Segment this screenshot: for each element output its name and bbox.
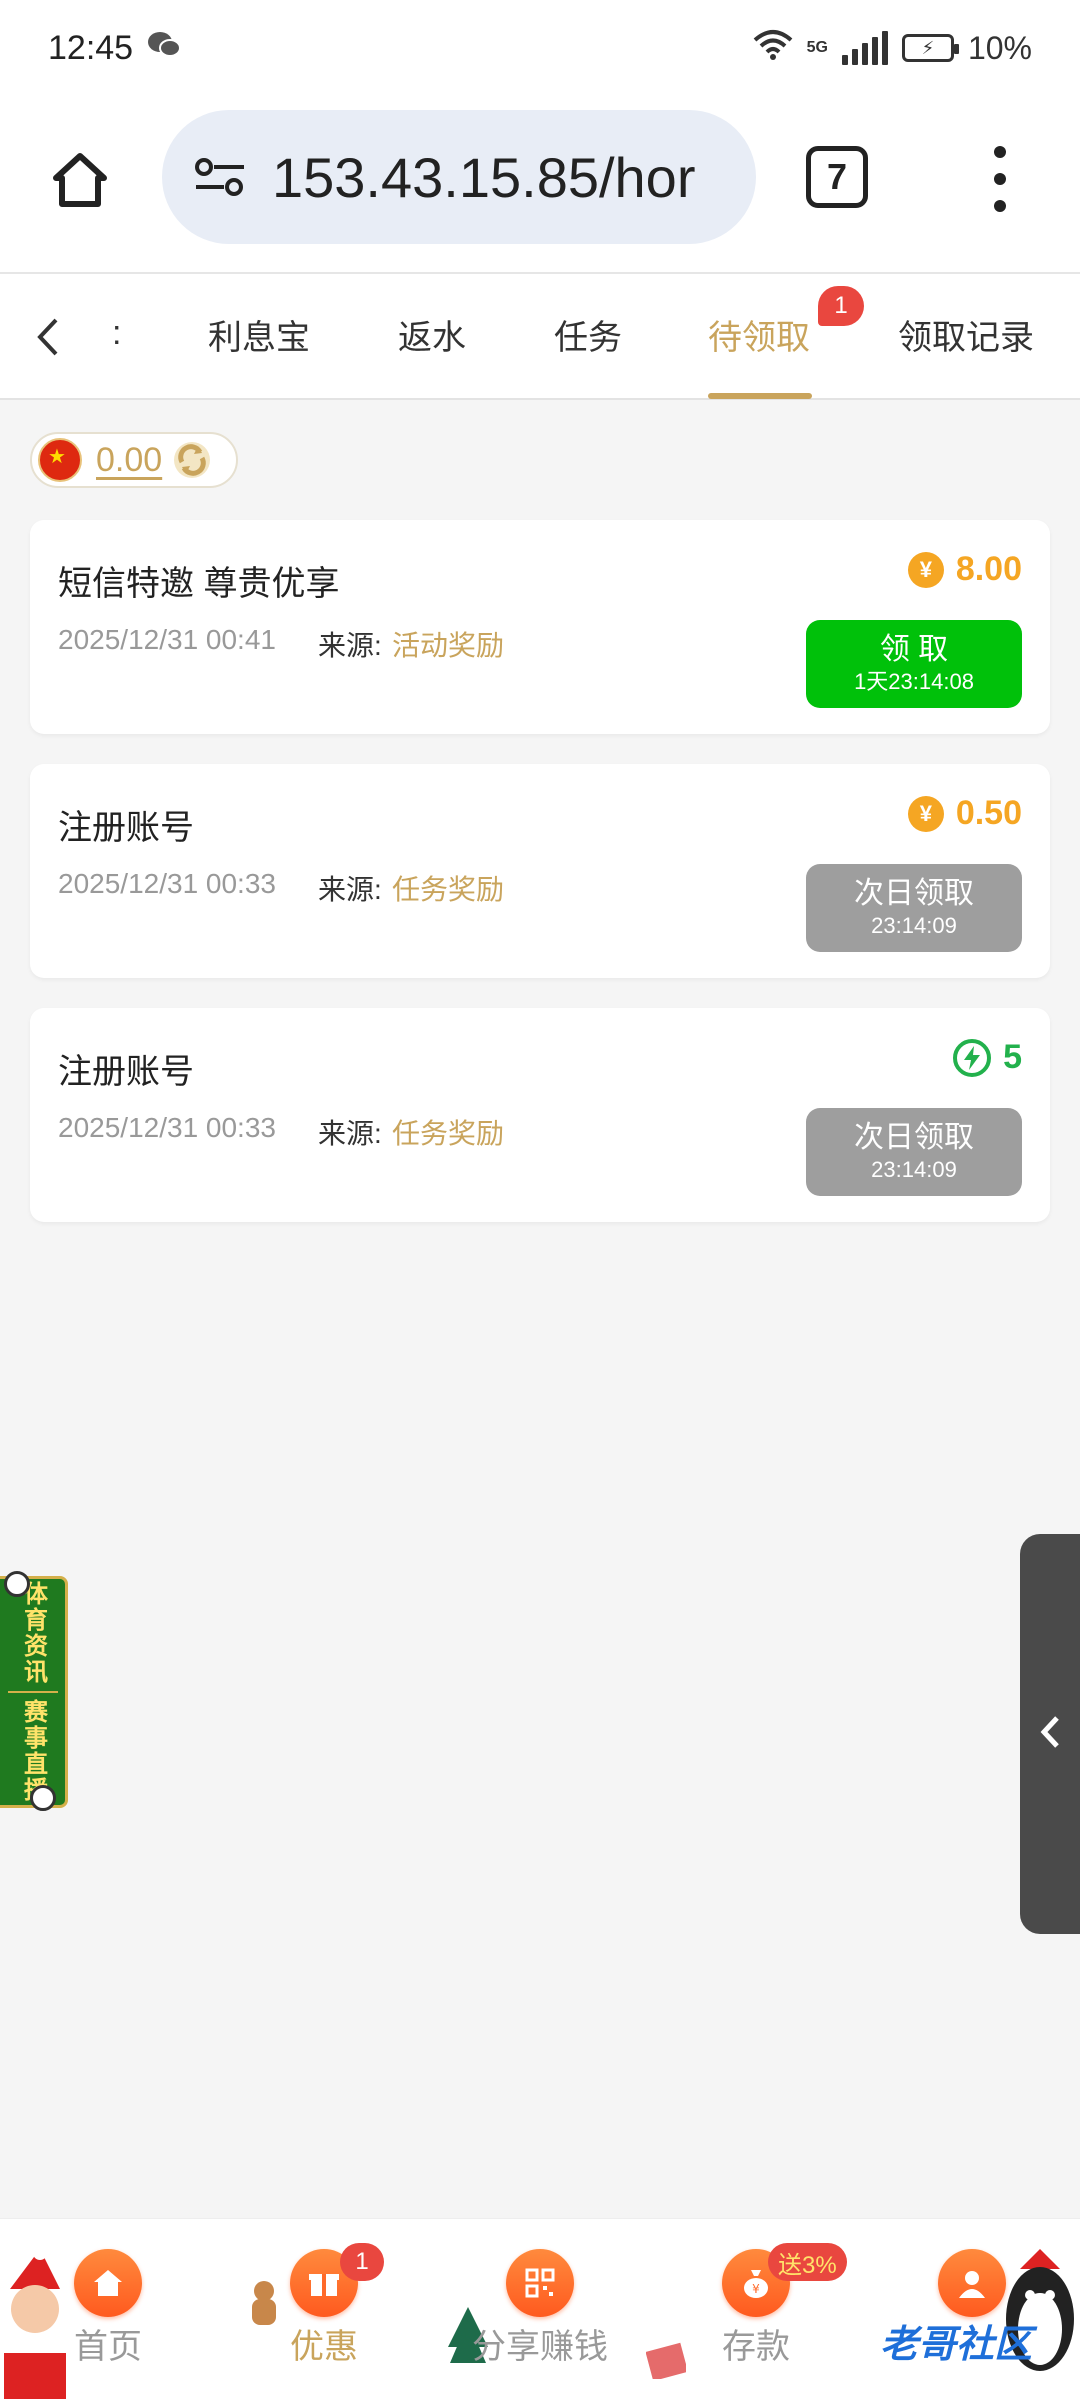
reward-card: 短信特邀 尊贵优享 2025/12/31 00:41 来源: 活动奖励 ¥ 8.… xyxy=(30,520,1050,734)
balance-pill[interactable]: 0.00 xyxy=(30,432,238,488)
china-flag-icon xyxy=(38,438,82,482)
reward-amount: 0.50 xyxy=(955,794,1022,832)
tab-interest[interactable]: 利息宝 xyxy=(208,310,310,359)
banner-line1: 体育资讯 xyxy=(19,1581,47,1685)
reward-card: 注册账号 2025/12/31 00:33 来源: 任务奖励 5 次日领取 23… xyxy=(30,1008,1050,1222)
address-bar[interactable]: 153.43.15.85/hor xyxy=(162,110,756,244)
source-label: 来源: xyxy=(318,874,382,905)
coin-icon: ¥ xyxy=(907,551,944,588)
claim-button-label: 次日领取 xyxy=(854,877,974,910)
signal-icon xyxy=(841,31,888,65)
football-icon xyxy=(4,1571,30,1597)
tab-tasks[interactable]: 任务 xyxy=(554,310,622,359)
reward-title: 注册账号 xyxy=(58,1053,194,1091)
nav-home[interactable]: 首页 xyxy=(28,2249,188,2368)
status-time: 12:45 xyxy=(48,28,134,67)
banner-divider xyxy=(7,1691,58,1693)
reward-title: 注册账号 xyxy=(58,809,194,847)
reward-date: 2025/12/31 00:33 xyxy=(58,868,276,899)
wifi-icon xyxy=(753,28,793,68)
reward-amount-group: 5 xyxy=(953,1038,1022,1077)
wechat-icon xyxy=(147,31,182,66)
reward-card: 注册账号 2025/12/31 00:33 来源: 任务奖励 ¥ 0.50 次日… xyxy=(30,764,1050,978)
battery-percent: 10% xyxy=(967,29,1032,66)
tab-overflow: : xyxy=(112,314,122,352)
home-icon[interactable] xyxy=(44,144,116,216)
coin-icon: ¥ xyxy=(907,795,944,832)
claim-button-label: 领 取 xyxy=(879,633,949,666)
battery-icon: ⚡ xyxy=(901,34,959,62)
reward-amount-group: ¥ 0.50 xyxy=(907,794,1022,833)
refresh-icon[interactable] xyxy=(172,440,212,480)
url-text[interactable]: 153.43.15.85/hor xyxy=(272,145,742,210)
reward-amount-group: ¥ 8.00 xyxy=(907,550,1022,589)
nav-deposit[interactable]: ¥ 送3% 存款 xyxy=(676,2243,847,2368)
claim-button[interactable]: 领 取 1天23:14:08 xyxy=(806,620,1022,708)
sports-news-banner[interactable]: 体育资讯 赛事直播 xyxy=(0,1571,68,1811)
next-day-claim-button[interactable]: 次日领取 23:14:09 xyxy=(806,1108,1022,1196)
claim-countdown: 23:14:09 xyxy=(871,1157,957,1182)
nav-home-label: 首页 xyxy=(74,2328,142,2366)
tab-pending[interactable]: 待领取 xyxy=(708,310,810,359)
reward-date: 2025/12/31 00:33 xyxy=(58,1112,276,1143)
reward-source: 活动奖励 xyxy=(392,630,505,661)
source-label: 来源: xyxy=(318,1118,382,1149)
tab-claim-history[interactable]: 领取记录 xyxy=(898,310,1034,359)
chevron-left-icon xyxy=(1037,1712,1063,1757)
reward-amount: 8.00 xyxy=(955,550,1022,588)
nav-deposit-label: 存款 xyxy=(722,2328,790,2366)
more-menu-icon[interactable] xyxy=(982,146,1018,212)
nav-promotions[interactable]: 1 优惠 xyxy=(244,2243,404,2368)
category-tabs: : 利息宝 返水 任务 待领取 1 领取记录 xyxy=(0,274,1080,400)
reward-title: 短信特邀 尊贵优享 xyxy=(58,565,340,603)
claim-countdown: 23:14:09 xyxy=(871,913,957,938)
browser-toolbar: 153.43.15.85/hor 7 xyxy=(0,96,1080,274)
tab-rebate[interactable]: 返水 xyxy=(398,310,466,359)
next-day-claim-button[interactable]: 次日领取 23:14:09 xyxy=(806,864,1022,952)
watermark-logo: 老哥社区 xyxy=(879,2323,1032,2366)
nav-share-earn-label: 分享赚钱 xyxy=(472,2328,608,2366)
chevron-left-icon[interactable] xyxy=(28,312,68,362)
svg-text:¥: ¥ xyxy=(752,2282,760,2296)
active-tab-indicator xyxy=(708,393,812,399)
pending-badge: 1 xyxy=(818,286,864,326)
side-drawer-handle[interactable] xyxy=(1020,1534,1080,1934)
reward-date: 2025/12/31 00:41 xyxy=(58,624,276,655)
source-label: 来源: xyxy=(318,630,382,661)
balance-amount: 0.00 xyxy=(96,440,163,479)
football-icon xyxy=(30,1785,56,1811)
promotions-badge: 1 xyxy=(340,2243,384,2281)
reward-source: 任务奖励 xyxy=(392,1118,505,1149)
home-icon xyxy=(74,2249,142,2317)
deposit-bonus-badge: 送3% xyxy=(768,2243,847,2281)
nav-promotions-label: 优惠 xyxy=(290,2328,358,2366)
reward-source: 任务奖励 xyxy=(392,874,505,905)
nav-share-earn[interactable]: 分享赚钱 xyxy=(460,2249,620,2368)
reward-amount: 5 xyxy=(1003,1038,1022,1076)
claim-button-label: 次日领取 xyxy=(854,1121,974,1154)
network-type: 5G xyxy=(806,39,828,56)
status-indicators: 5G ⚡ 10% xyxy=(753,28,1032,68)
bolt-icon xyxy=(953,1038,992,1077)
tab-switcher-button[interactable]: 7 xyxy=(806,146,868,208)
qr-icon xyxy=(506,2249,574,2317)
site-settings-icon[interactable] xyxy=(192,155,248,199)
status-bar: 12:45 5G ⚡ 10% xyxy=(0,0,1080,96)
claim-countdown: 1天23:14:08 xyxy=(854,669,974,694)
